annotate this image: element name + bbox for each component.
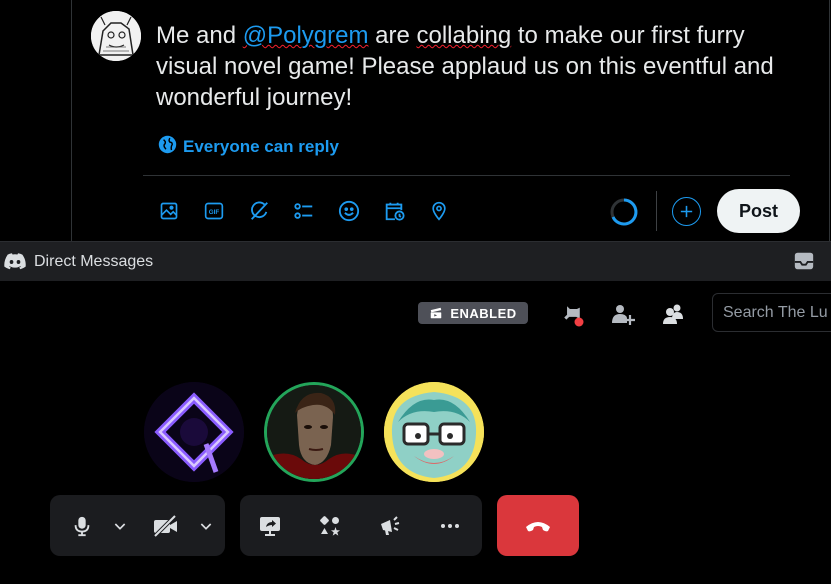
add-friends-icon[interactable] xyxy=(610,301,636,327)
plus-icon xyxy=(680,205,693,218)
badge-label: ENABLED xyxy=(450,305,517,321)
tweet-text-middle: are xyxy=(368,22,417,49)
pinned-messages-icon[interactable] xyxy=(559,301,585,327)
post-button[interactable]: Post xyxy=(717,189,800,233)
camera-off-icon[interactable] xyxy=(153,513,179,539)
svg-text:GIF: GIF xyxy=(209,209,220,216)
tweet-textarea[interactable]: Me and @Polygrem are collabing to make o… xyxy=(156,20,806,113)
disconnect-call-button[interactable] xyxy=(497,495,579,556)
hang-up-phone-icon xyxy=(526,521,550,531)
column-border-left xyxy=(71,0,72,241)
column-border-right xyxy=(829,0,830,241)
schedule-icon[interactable] xyxy=(382,199,406,223)
member-list-icon[interactable] xyxy=(661,301,687,327)
discord-logo-icon xyxy=(4,253,26,275)
camera-options-chevron-down-icon[interactable] xyxy=(193,513,219,539)
more-options-icon[interactable] xyxy=(437,513,463,539)
clapper-icon xyxy=(431,307,442,319)
compose-divider xyxy=(143,175,790,176)
participant-avatar-2[interactable] xyxy=(264,382,364,482)
reply-setting-button[interactable]: Everyone can reply xyxy=(158,135,339,159)
search-input[interactable] xyxy=(712,293,831,332)
screen-share-icon[interactable] xyxy=(257,513,283,539)
user-avatar[interactable] xyxy=(91,11,141,61)
activity-enabled-badge[interactable]: ENABLED xyxy=(418,302,528,324)
participant-avatar-1[interactable] xyxy=(144,382,244,482)
participant-avatar-3[interactable] xyxy=(384,382,484,482)
grok-icon[interactable] xyxy=(247,199,271,223)
activity-controls xyxy=(240,495,482,556)
poll-icon[interactable] xyxy=(292,199,316,223)
activities-icon[interactable] xyxy=(317,513,343,539)
toolbar-separator xyxy=(656,191,657,231)
window-title: Direct Messages xyxy=(34,253,154,270)
globe-icon xyxy=(158,135,177,159)
image-icon[interactable] xyxy=(157,199,181,223)
misspelled-word: collabing xyxy=(416,22,512,49)
tweet-text-start: Me and xyxy=(156,22,243,49)
mention-link[interactable]: @Polygrem xyxy=(243,22,369,49)
soundboard-icon[interactable] xyxy=(377,513,403,539)
gif-icon[interactable]: GIF xyxy=(202,199,226,223)
add-post-button[interactable] xyxy=(672,197,701,226)
inbox-icon[interactable] xyxy=(793,250,815,277)
mic-options-chevron-down-icon[interactable] xyxy=(107,513,133,539)
emoji-icon[interactable] xyxy=(337,199,361,223)
microphone-icon[interactable] xyxy=(69,513,95,539)
audio-video-controls xyxy=(50,495,225,556)
character-count-ring xyxy=(609,197,639,227)
reply-setting-label: Everyone can reply xyxy=(183,137,339,156)
media-toolbar: GIF xyxy=(157,199,451,223)
compose-panel: Me and @Polygrem are collabing to make o… xyxy=(0,0,831,241)
discord-titlebar: Direct Messages xyxy=(0,241,831,281)
location-icon[interactable] xyxy=(427,199,451,223)
